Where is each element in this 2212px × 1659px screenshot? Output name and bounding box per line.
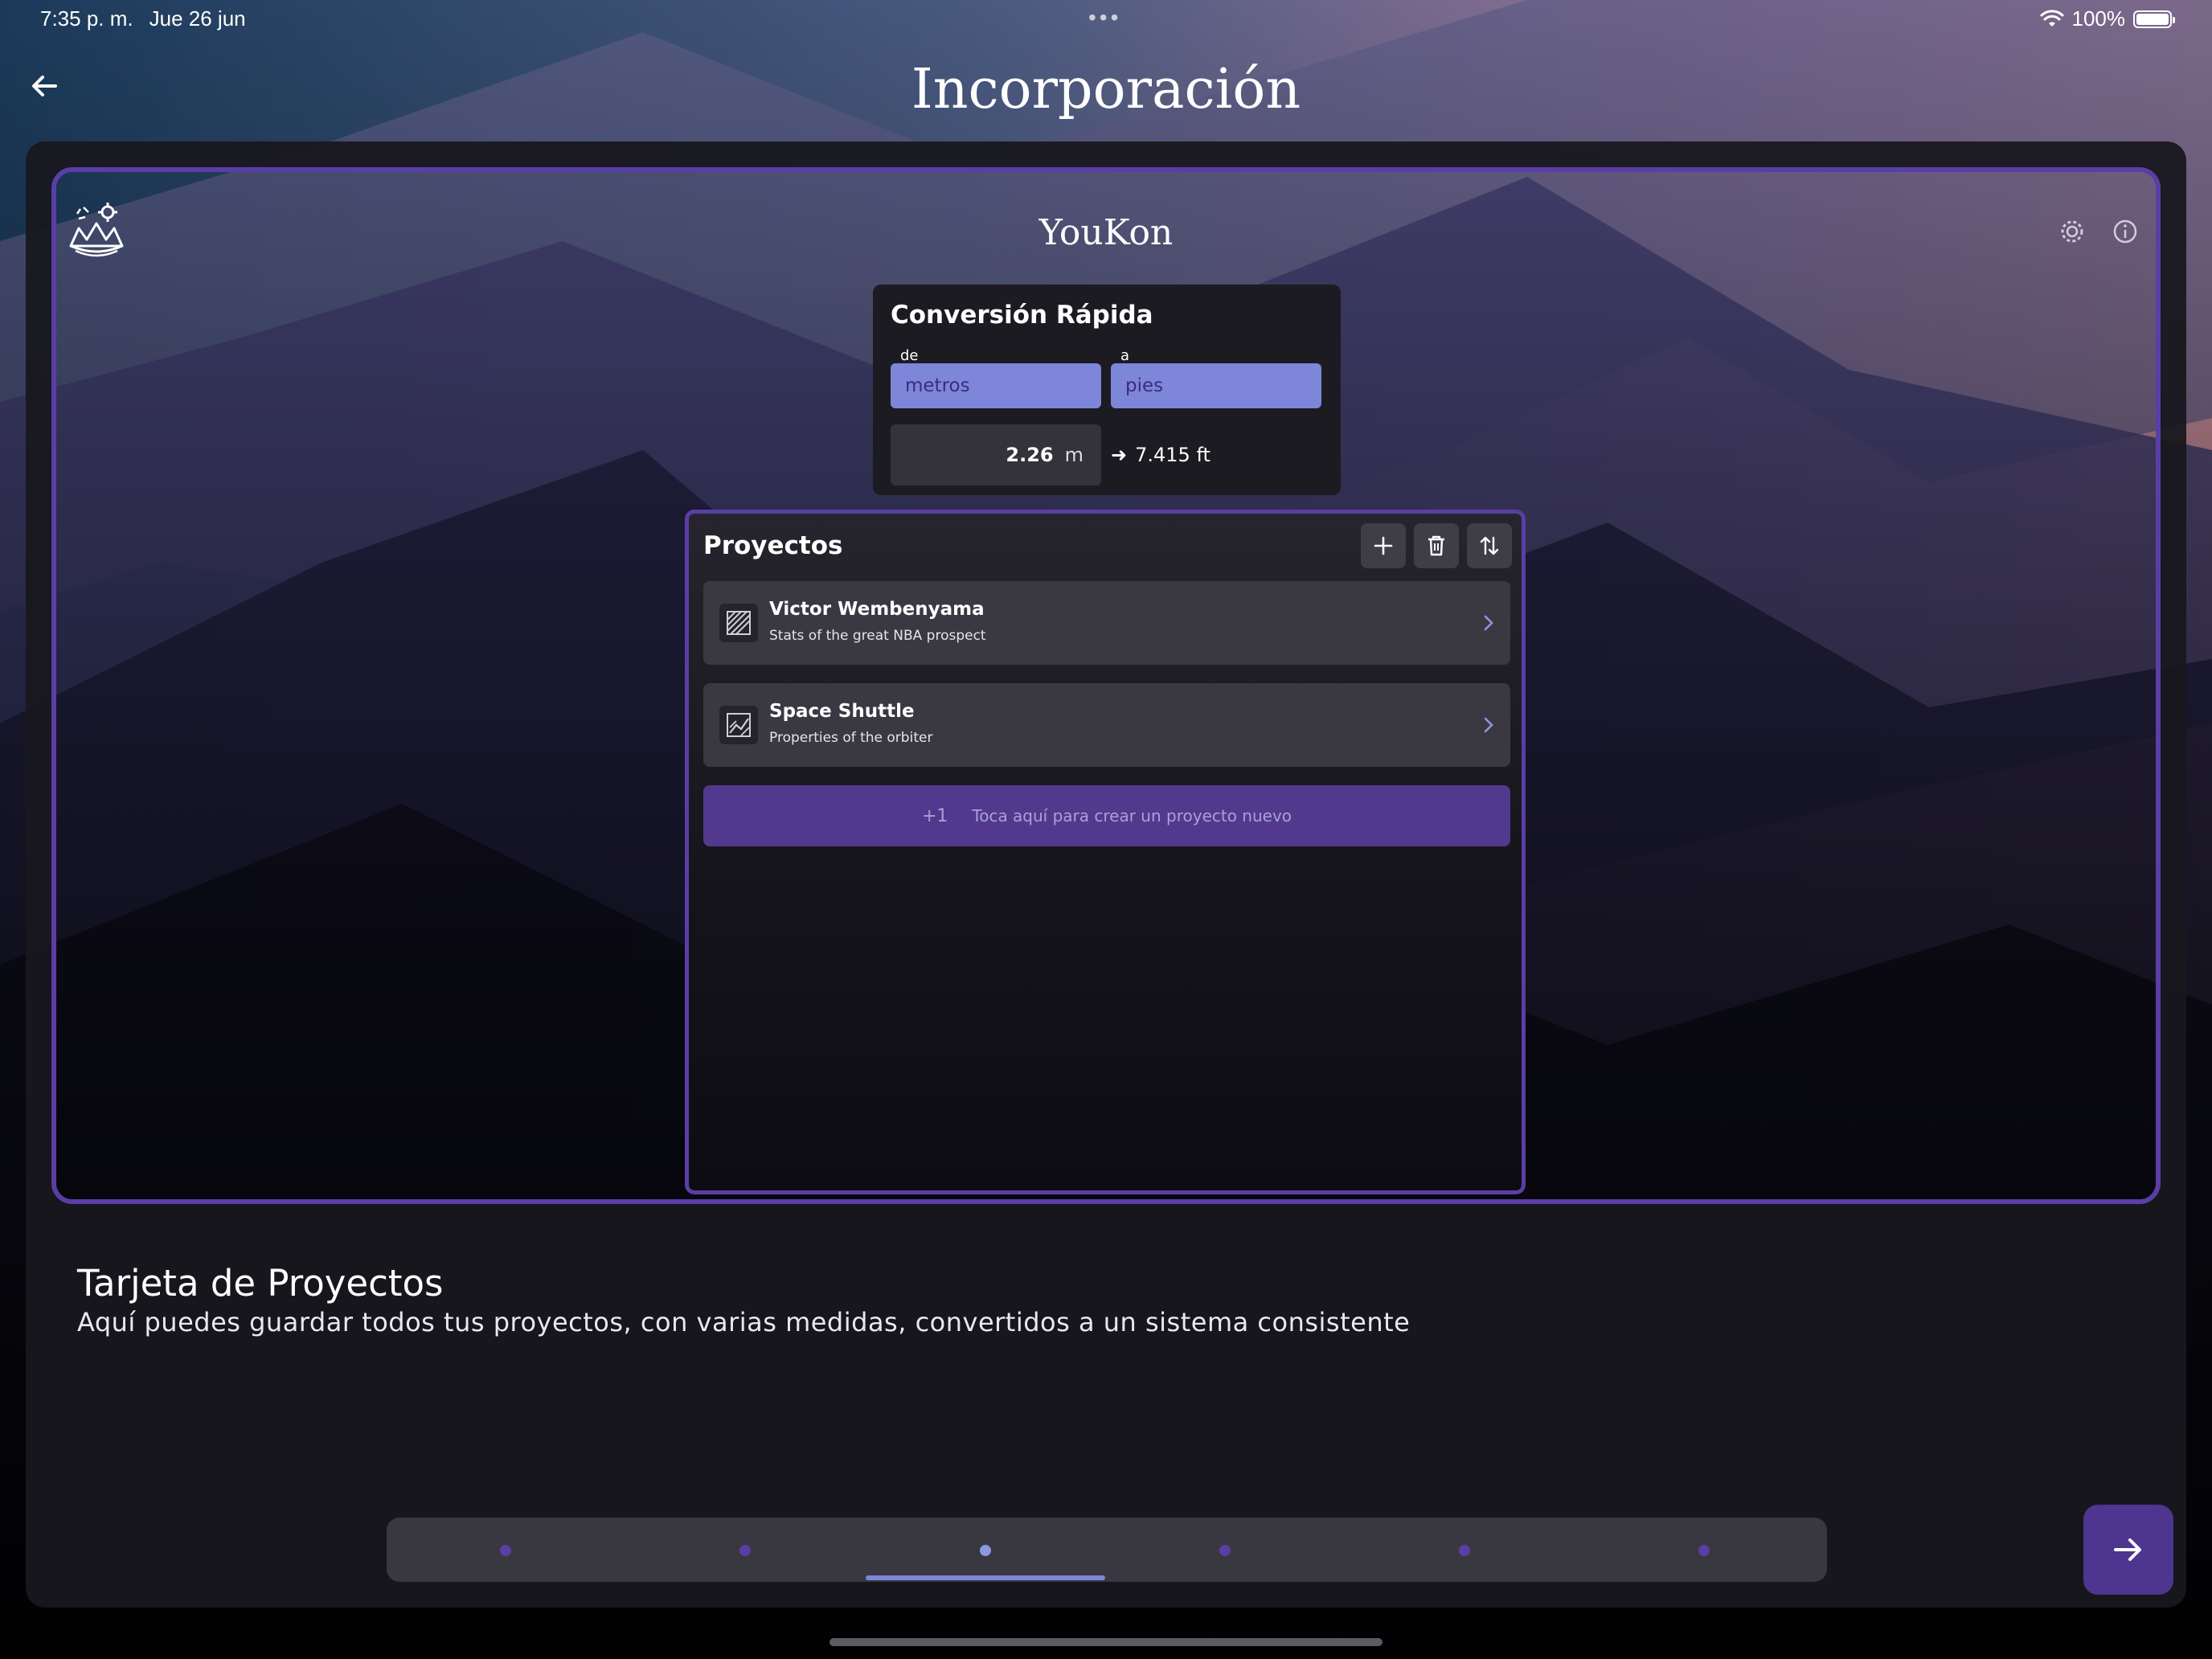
project-name: Space Shuttle <box>769 701 915 722</box>
multitasking-dots[interactable]: ••• <box>1088 5 1121 31</box>
quick-conversion-title: Conversión Rápida <box>891 301 1153 330</box>
project-description: Properties of the orbiter <box>769 730 933 746</box>
next-button[interactable] <box>2083 1505 2173 1595</box>
date-label: Jue 26 jun <box>149 6 246 31</box>
projects-card: Proyectos Victor Wembenyama Stats of the… <box>685 510 1526 1194</box>
active-page-underline <box>866 1575 1105 1580</box>
create-project-label: Toca aquí para crear un proyecto nuevo <box>972 806 1292 825</box>
projects-title: Proyectos <box>703 531 843 560</box>
result-value: 7.415 ft <box>1135 444 1210 466</box>
clock-label: 7:35 p. m. <box>40 6 133 31</box>
battery-icon <box>2133 10 2175 28</box>
project-row[interactable]: Space Shuttle Properties of the orbiter <box>703 683 1510 767</box>
description-panel: Tarjeta de Proyectos Aquí puedes guardar… <box>51 1233 2161 1490</box>
home-indicator[interactable] <box>830 1638 1382 1646</box>
to-unit-select[interactable]: pies <box>1111 363 1321 408</box>
create-project-button[interactable]: +1 Toca aquí para crear un proyecto nuevo <box>703 785 1510 846</box>
quick-conversion-card: Conversión Rápida de a metros pies 2.26 m… <box>873 285 1341 495</box>
project-chart-icon <box>719 706 758 744</box>
trash-icon <box>1428 535 1444 556</box>
page-dot-2[interactable] <box>739 1545 751 1556</box>
status-time: 7:35 p. m. Jue 26 jun <box>40 6 246 31</box>
create-project-prefix: +1 <box>921 806 948 826</box>
arrow-right-icon <box>2114 1538 2141 1561</box>
page-dot-3[interactable] <box>980 1545 991 1556</box>
chevron-right-icon <box>1484 717 1493 733</box>
plus-icon <box>1374 536 1393 555</box>
sort-projects-button[interactable] <box>1467 523 1512 568</box>
project-pattern-icon <box>719 604 758 642</box>
battery-percent: 100% <box>2071 6 2126 31</box>
input-unit: m <box>1064 444 1083 466</box>
status-indicators: 100% <box>2040 6 2175 31</box>
add-project-button[interactable] <box>1361 523 1406 568</box>
to-label: a <box>1120 347 1130 364</box>
project-description: Stats of the great NBA prospect <box>769 628 986 644</box>
gear-icon[interactable] <box>2058 217 2087 246</box>
status-bar: 7:35 p. m. Jue 26 jun ••• 100% <box>0 0 2212 39</box>
from-unit-select[interactable]: metros <box>891 363 1101 408</box>
app-preview-frame: YouKon Conversión Rápida de a metros pie… <box>51 167 2161 1204</box>
page-title: Incorporación <box>911 58 1301 121</box>
sort-arrows-icon <box>1480 536 1499 555</box>
page-dot-6[interactable] <box>1698 1545 1710 1556</box>
page-dot-4[interactable] <box>1219 1545 1231 1556</box>
from-label: de <box>900 347 919 364</box>
app-title: YouKon <box>1038 212 1174 253</box>
arrow-right-icon: ➜ <box>1111 444 1128 466</box>
info-icon[interactable] <box>2111 217 2140 246</box>
wifi-icon <box>2040 9 2063 27</box>
page-dot-5[interactable] <box>1459 1545 1470 1556</box>
page-indicator[interactable] <box>387 1518 1827 1582</box>
description-body: Aquí puedes guardar todos tus proyectos,… <box>77 1307 1411 1337</box>
page-dot-1[interactable] <box>500 1545 511 1556</box>
input-value: 2.26 <box>1006 444 1054 466</box>
conversion-result: ➜ 7.415 ft <box>1111 424 1210 485</box>
value-input[interactable]: 2.26 m <box>891 424 1101 485</box>
description-title: Tarjeta de Proyectos <box>77 1262 444 1305</box>
delete-project-button[interactable] <box>1414 523 1459 568</box>
project-name: Victor Wembenyama <box>769 599 985 620</box>
chevron-right-icon <box>1484 615 1493 631</box>
project-row[interactable]: Victor Wembenyama Stats of the great NBA… <box>703 581 1510 665</box>
